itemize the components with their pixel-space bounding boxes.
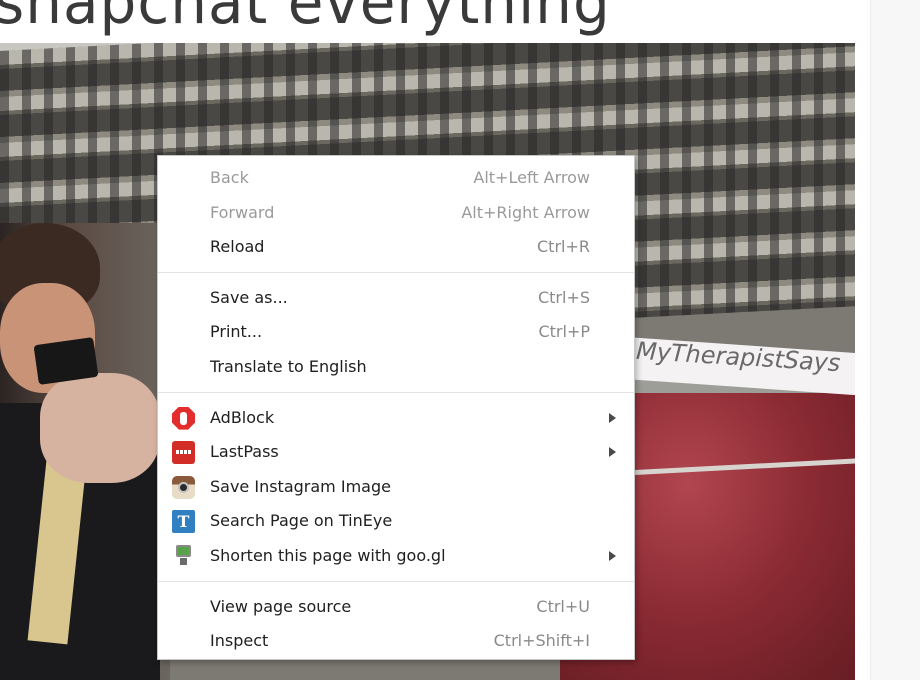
menu-item-label: LastPass: [210, 442, 279, 462]
page-scroll-gutter: [870, 0, 920, 680]
menu-item-shortcut: Ctrl+S: [537, 287, 590, 307]
menu-item-lastpass[interactable]: LastPass: [158, 435, 634, 470]
menu-item-shorten-googl[interactable]: Shorten this page with goo.gl: [158, 539, 634, 574]
menu-item-print[interactable]: Print... Ctrl+P: [158, 315, 634, 350]
adblock-icon: [172, 406, 195, 430]
submenu-arrow-icon: [609, 412, 616, 423]
menu-item-label: AdBlock: [210, 407, 275, 427]
tineye-icon: T: [172, 510, 195, 534]
menu-item-forward[interactable]: Forward Alt+Right Arrow: [158, 196, 634, 231]
menu-item-adblock[interactable]: AdBlock: [158, 401, 634, 436]
menu-item-save-as[interactable]: Save as... Ctrl+S: [158, 281, 634, 316]
browser-page: snapchat everything MyTherapistSays Back…: [0, 0, 920, 680]
menu-item-label: Back: [210, 168, 249, 187]
menu-item-shortcut: Ctrl+U: [536, 596, 590, 616]
menu-separator: [158, 391, 634, 393]
menu-separator: [158, 580, 634, 582]
menu-item-label: Save Instagram Image: [210, 476, 391, 496]
menu-item-save-instagram-image[interactable]: Save Instagram Image: [158, 470, 634, 505]
menu-item-label: Shorten this page with goo.gl: [210, 545, 446, 565]
menu-item-translate[interactable]: Translate to English: [158, 350, 634, 385]
menu-item-label: Print...: [210, 322, 263, 342]
menu-item-shortcut: Ctrl+Shift+I: [493, 631, 590, 651]
menu-item-shortcut: Ctrl+R: [537, 237, 590, 257]
instagram-camera-icon: [172, 475, 195, 499]
menu-item-shortcut: Ctrl+P: [538, 322, 590, 342]
submenu-arrow-icon: [609, 550, 616, 561]
menu-item-label: Search Page on TinEye: [210, 511, 393, 531]
menu-item-label: Reload: [210, 237, 265, 257]
menu-item-label: Translate to English: [210, 356, 367, 376]
lastpass-icon: [172, 441, 195, 465]
menu-item-inspect[interactable]: Inspect Ctrl+Shift+I: [158, 624, 634, 659]
menu-item-view-source[interactable]: View page source Ctrl+U: [158, 590, 634, 625]
menu-separator: [158, 271, 634, 273]
menu-item-label: Inspect: [210, 631, 269, 651]
photo-phone: [33, 337, 99, 385]
menu-item-shortcut: Alt+Left Arrow: [473, 168, 590, 187]
photo-hand: [40, 373, 160, 483]
menu-item-back[interactable]: Back Alt+Left Arrow: [158, 161, 634, 196]
menu-item-label: View page source: [210, 596, 352, 616]
menu-item-reload[interactable]: Reload Ctrl+R: [158, 230, 634, 265]
context-menu: Back Alt+Left Arrow Forward Alt+Right Ar…: [157, 155, 635, 660]
page-header-text: snapchat everything: [0, 0, 611, 38]
menu-item-shortcut: Alt+Right Arrow: [461, 202, 590, 222]
menu-item-search-tineye[interactable]: T Search Page on TinEye: [158, 504, 634, 539]
menu-item-label: Save as...: [210, 287, 288, 307]
googl-monitor-icon: [174, 544, 192, 568]
submenu-arrow-icon: [609, 447, 616, 458]
menu-item-label: Forward: [210, 202, 275, 222]
